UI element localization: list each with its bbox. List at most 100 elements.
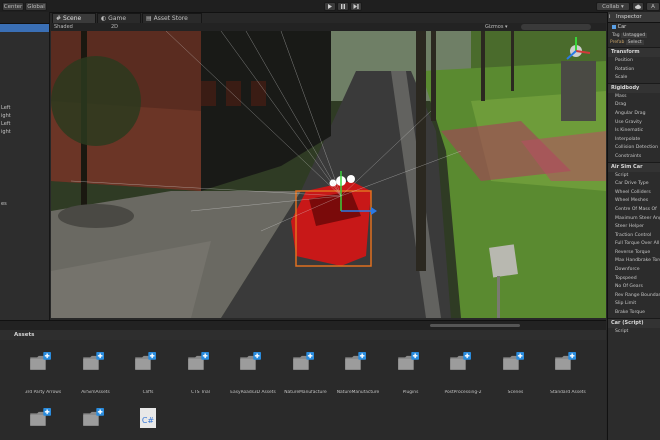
folder-icon [30, 408, 51, 426]
hierarchy-item[interactable] [0, 152, 49, 160]
cloud-icon [635, 4, 641, 9]
hierarchy-item[interactable] [0, 192, 49, 200]
hierarchy-item[interactable]: ight [0, 112, 49, 120]
air-sim-field-label: Script [615, 172, 629, 178]
rigidbody-field-label: Angular Drag [615, 110, 646, 116]
collab-button[interactable]: Collab ▾ [596, 1, 630, 11]
main-toolbar: Center Global Collab ▾ A [0, 0, 660, 13]
asset-folder-label: 3rd Party Arrows [24, 390, 62, 395]
tab-scene[interactable]: # Scene [52, 13, 96, 23]
hierarchy-item-selected[interactable] [0, 24, 49, 32]
asset-folder-label: AirSimAssets [81, 390, 110, 395]
pivot-center-button[interactable]: Center [2, 1, 24, 11]
hierarchy-item[interactable]: Left [0, 104, 49, 112]
tab-asset-store[interactable]: ▤ Asset Store [142, 13, 202, 23]
transform-component-header[interactable]: Transform [608, 47, 660, 57]
scene-search-input[interactable] [521, 24, 591, 30]
hierarchy-item[interactable] [0, 136, 49, 144]
air-sim-field-label: Max Handbrake Torque [615, 258, 660, 264]
icon-size-slider[interactable] [430, 324, 520, 327]
asset-folder-item[interactable] [71, 400, 121, 440]
car-script-component-header[interactable]: Car (Script) [608, 317, 660, 328]
asset-folder-item[interactable]: NatureManufacture [333, 344, 383, 399]
prefab-select-button[interactable]: Select [625, 40, 644, 45]
store-tab-icon: ▤ [146, 15, 152, 22]
asset-folder-item[interactable]: EasyRoads3D Assets [228, 344, 278, 399]
play-button[interactable] [324, 1, 336, 11]
air-sim-field-label: Full Torque Over All [615, 241, 660, 247]
global-local-button[interactable]: Global [25, 1, 47, 11]
folder-icon [397, 352, 419, 370]
active-checkbox[interactable] [612, 24, 616, 29]
hierarchy-item[interactable] [0, 144, 49, 152]
folder-icon [555, 352, 576, 370]
hierarchy-item[interactable] [0, 176, 49, 184]
pause-button[interactable] [337, 1, 349, 11]
asset-folder-item[interactable]: Standard Assets [543, 344, 593, 399]
hierarchy-item[interactable] [0, 168, 49, 176]
air-sim-field-label: No Of Gears [615, 284, 643, 290]
hierarchy-item[interactable] [0, 48, 49, 56]
csharp-script-icon: C# [140, 408, 156, 428]
step-button[interactable] [350, 1, 362, 11]
tab-inspector[interactable]: i Inspector [608, 12, 660, 23]
asset-folder-item[interactable]: C# [123, 400, 173, 440]
rigidbody-field-label: Constraints [615, 153, 642, 159]
transform-scale-label: Scale [615, 75, 628, 81]
air-sim-car-component-header[interactable]: Air Sim Car [608, 161, 660, 172]
object-name-field[interactable]: Car [618, 24, 627, 30]
hierarchy-panel: Left ight Left ight es [0, 12, 50, 320]
hierarchy-item[interactable]: es [0, 200, 49, 208]
asset-folder-label: Plugins [402, 390, 419, 395]
asset-folder-item[interactable]: 3rd Party Arrows [18, 344, 68, 399]
asset-folder-item[interactable]: Plugins [386, 344, 436, 399]
air-sim-field-label: Rev Range Boundary [615, 292, 660, 298]
hierarchy-item[interactable] [0, 80, 49, 88]
asset-folder-label: NatureManufacture [284, 390, 327, 395]
hierarchy-item[interactable] [0, 88, 49, 96]
assets-grid: 3rd Party Arrows AirSimAssets Cliffs CTS Tr… [0, 340, 606, 440]
asset-folder-item[interactable]: Cliffs [123, 344, 173, 399]
hierarchy-item[interactable]: Left [0, 120, 49, 128]
cloud-button[interactable] [632, 1, 644, 11]
rigidbody-field-label: Is Kinematic [615, 128, 644, 134]
hierarchy-item[interactable]: ight [0, 128, 49, 136]
shading-mode-dropdown[interactable]: Shaded [54, 23, 73, 31]
hierarchy-item[interactable] [0, 32, 49, 40]
hierarchy-item[interactable] [0, 72, 49, 80]
hierarchy-item[interactable] [0, 40, 49, 48]
gizmos-dropdown[interactable]: Gizmos ▾ [485, 23, 508, 31]
transform-position-label: Position [615, 58, 633, 63]
rigidbody-field-label: Interpolate [615, 136, 641, 142]
asset-folder-item[interactable]: AirSimAssets [71, 344, 121, 399]
asset-folder-label: NatureManufacture [336, 390, 380, 395]
hierarchy-item[interactable] [0, 184, 49, 192]
air-sim-field-label: Centre Of Mass Of [615, 206, 657, 212]
hierarchy-item[interactable] [0, 64, 49, 72]
asset-folder-label: Standard Assets [550, 390, 586, 395]
folder-icon [240, 352, 261, 370]
folder-icon [135, 352, 156, 370]
scene-viewport[interactable] [51, 31, 606, 318]
tab-game[interactable]: ◐ Game [97, 13, 141, 23]
air-sim-field-label: Wheel Colliders [615, 189, 651, 195]
rigidbody-component-header[interactable]: Rigidbody [608, 82, 660, 93]
assets-breadcrumb[interactable]: Assets [14, 330, 34, 340]
asset-folder-item[interactable]: CTS Trial [176, 344, 226, 399]
asset-folder-item[interactable]: Scenes [491, 344, 541, 399]
account-button[interactable]: A [646, 1, 660, 11]
2d-toggle[interactable]: 2D [111, 23, 118, 31]
rigidbody-field-label: Drag [615, 102, 627, 108]
hierarchy-item[interactable] [0, 56, 49, 64]
hierarchy-item[interactable] [0, 96, 49, 104]
asset-folder-label: PostProcessing-2 [444, 390, 482, 395]
asset-folder-item[interactable]: PostProcessing-2 [438, 344, 488, 399]
asset-folder-item[interactable]: NatureManufacture [281, 344, 331, 399]
asset-folder-item[interactable] [18, 400, 68, 440]
air-sim-field-label: Wheel Meshes [615, 198, 649, 204]
folder-icon [345, 352, 366, 370]
folder-icon [292, 352, 314, 370]
air-sim-field-label: Steer Helper [615, 224, 644, 230]
tag-dropdown[interactable]: Untagged [621, 33, 648, 38]
hierarchy-item[interactable] [0, 160, 49, 168]
